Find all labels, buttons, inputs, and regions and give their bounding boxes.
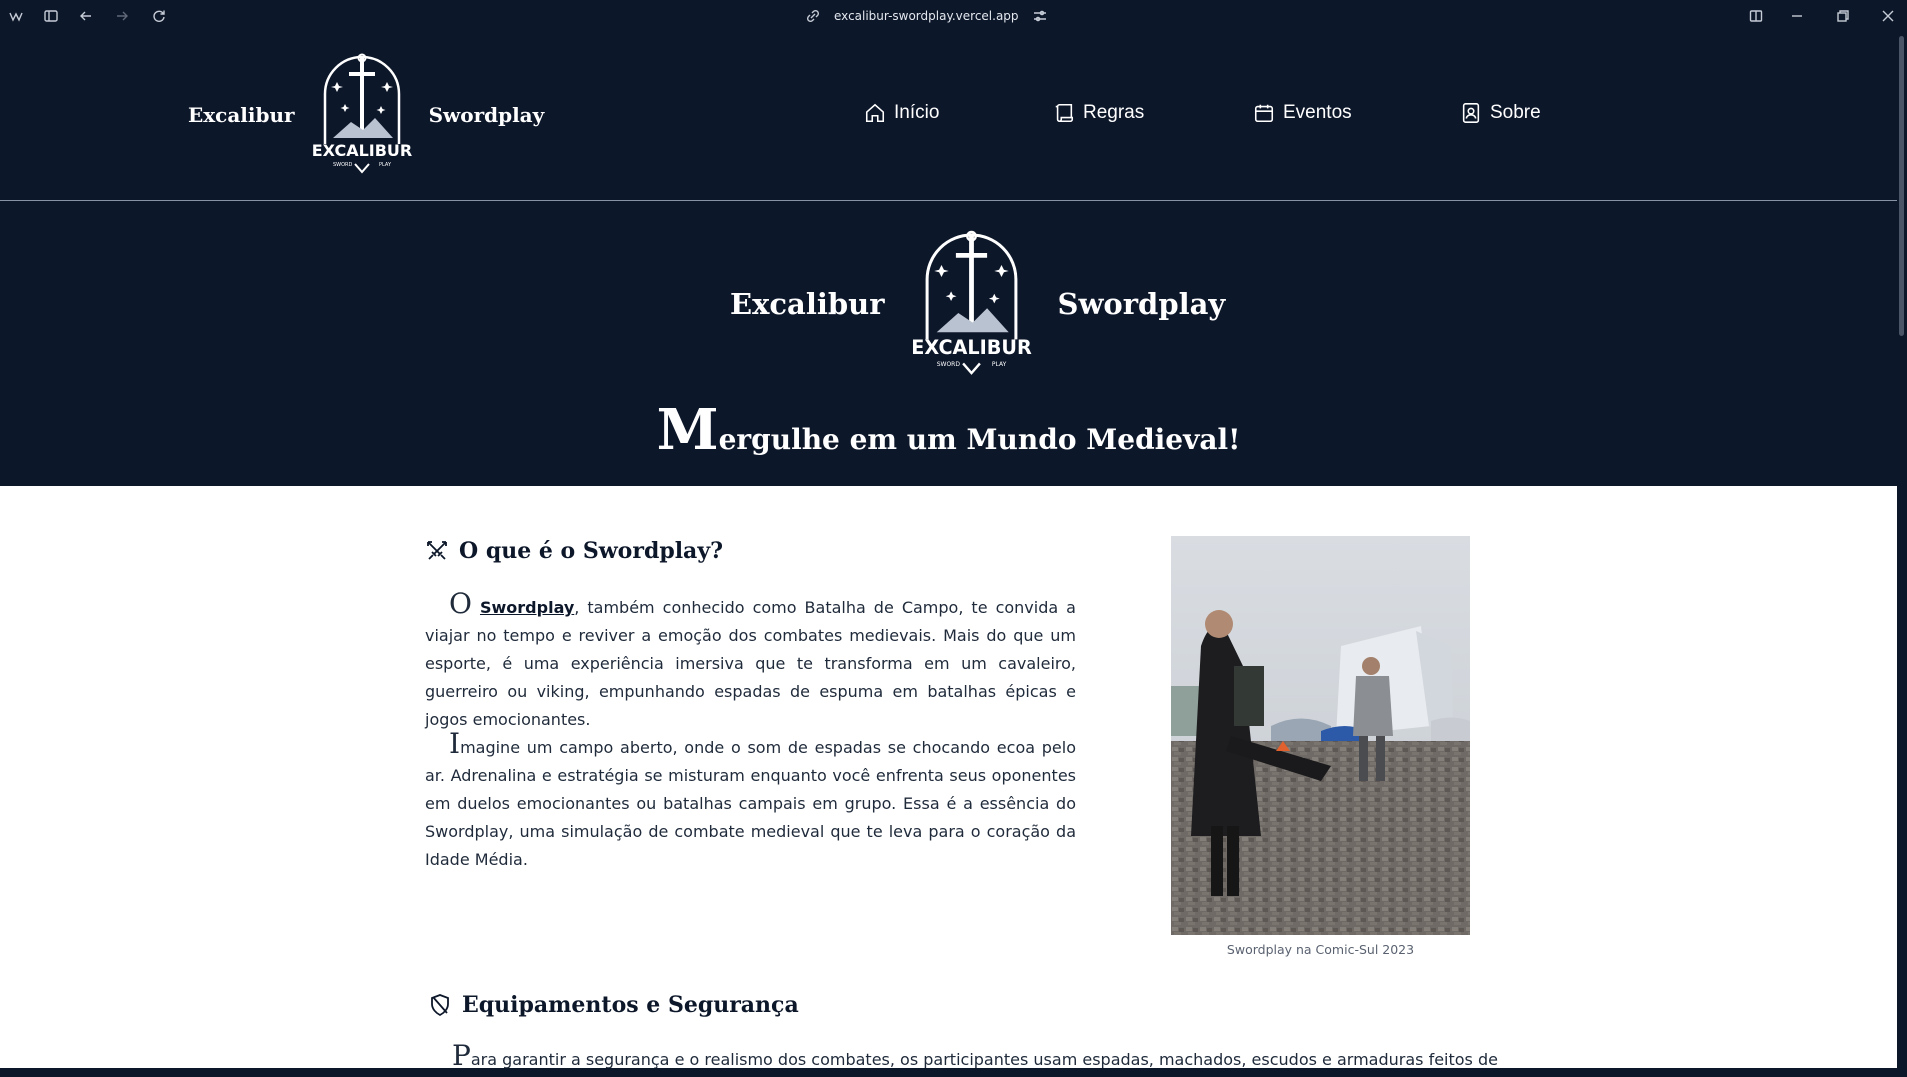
nav-label-inicio: Início	[894, 102, 940, 123]
swordplay-photo-image	[1171, 536, 1470, 935]
intro-paragraph-2: Imagine um campo aberto, onde o som de e…	[425, 730, 1076, 874]
hero-excalibur-logo: EXCALIBUR SWORD PLAY	[911, 230, 1032, 375]
scrollbar-thumb[interactable]	[1899, 36, 1904, 336]
minimize-icon[interactable]	[1788, 7, 1806, 25]
home-icon	[865, 103, 885, 123]
app-menu-icon[interactable]	[7, 7, 25, 25]
site-header: Excalibur EXCALIBUR SWORD PLAY Swordplay…	[0, 32, 1897, 201]
address-bar[interactable]: excalibur-swordplay.vercel.app	[806, 7, 1047, 25]
maximize-icon[interactable]	[1834, 7, 1852, 25]
browser-toolbar: excalibur-swordplay.vercel.app	[0, 0, 1907, 33]
nav-item-eventos[interactable]: Eventos	[1253, 102, 1352, 124]
section-heading-equipment-text: Equipamentos e Segurança	[462, 992, 799, 1018]
page-scrollbar[interactable]	[1897, 32, 1907, 1077]
intro-paragraph-2-text: magine um campo aberto, onde o som de es…	[425, 738, 1076, 869]
calendar-icon	[1254, 104, 1274, 123]
dropcap-1: O	[449, 587, 472, 620]
section-heading-equipment: Equipamentos e Segurança	[428, 992, 799, 1018]
section-heading-what-is: O que é o Swordplay?	[425, 538, 723, 564]
hero-brand-right: Swordplay	[1057, 287, 1226, 321]
dropcap-2: I	[449, 727, 461, 760]
hero-brand-left: Excalibur	[730, 287, 885, 321]
photo-caption: Swordplay na Comic-Sul 2023	[1226, 942, 1415, 957]
swordplay-photo	[1171, 536, 1470, 935]
hero-brand: Excalibur EXCALIBUR SWORD PLAY Swordplay	[730, 229, 1225, 379]
hero-logo-sub-right: PLAY	[991, 361, 1006, 368]
main-nav: Início Regras Eventos Sobre	[0, 102, 1897, 132]
site-settings-icon[interactable]	[1033, 9, 1047, 23]
contact-book-icon	[1462, 103, 1480, 123]
equipment-paragraph-1-text: ara garantir a segurança e o realismo do…	[470, 1050, 1498, 1068]
hero-logo-sub-left: SWORD	[936, 361, 960, 368]
intro-paragraph-1-text: , também conhecido como Batalha de Campo…	[425, 598, 1076, 729]
nav-label-regras: Regras	[1083, 102, 1145, 123]
nav-item-inicio[interactable]: Início	[864, 102, 939, 124]
sidebar-toggle-icon[interactable]	[42, 7, 60, 25]
hero-title-initial: M	[656, 397, 719, 463]
scroll-icon	[1055, 103, 1074, 123]
link-icon	[806, 9, 820, 23]
logo-wordmark: EXCALIBUR	[311, 141, 411, 160]
nav-item-regras[interactable]: Regras	[1053, 102, 1144, 124]
close-icon[interactable]	[1879, 7, 1897, 25]
hero-section: Excalibur EXCALIBUR SWORD PLAY Swordplay…	[0, 201, 1897, 486]
forward-icon[interactable]	[113, 7, 131, 25]
intro-paragraph-1: O Swordplay, também conhecido como Batal…	[425, 590, 1076, 734]
shield-icon	[431, 994, 449, 1017]
reload-icon[interactable]	[150, 7, 168, 25]
crossed-swords-icon	[427, 541, 447, 560]
equipment-paragraph-1: Para garantir a segurança e o realismo d…	[428, 1039, 1498, 1069]
nav-label-sobre: Sobre	[1490, 102, 1541, 123]
back-icon[interactable]	[77, 7, 95, 25]
hero-title-rest: ergulhe em um Mundo Medieval!	[718, 423, 1241, 456]
nav-label-eventos: Eventos	[1283, 102, 1352, 123]
url-text[interactable]: excalibur-swordplay.vercel.app	[834, 9, 1019, 23]
logo-sub-right: PLAY	[379, 162, 392, 168]
section-heading-what-is-text: O que é o Swordplay?	[459, 538, 723, 564]
hero-logo-wordmark: EXCALIBUR	[911, 336, 1032, 359]
dropcap-3: P	[452, 1039, 471, 1069]
main-content: O que é o Swordplay? O Swordplay, também…	[0, 486, 1897, 1068]
swordplay-link[interactable]: Swordplay	[480, 598, 574, 617]
split-view-icon[interactable]	[1747, 7, 1765, 25]
logo-sub-left: SWORD	[333, 162, 353, 168]
hero-title: Mergulhe em um Mundo Medieval!	[0, 397, 1897, 463]
nav-item-sobre[interactable]: Sobre	[1460, 102, 1541, 124]
